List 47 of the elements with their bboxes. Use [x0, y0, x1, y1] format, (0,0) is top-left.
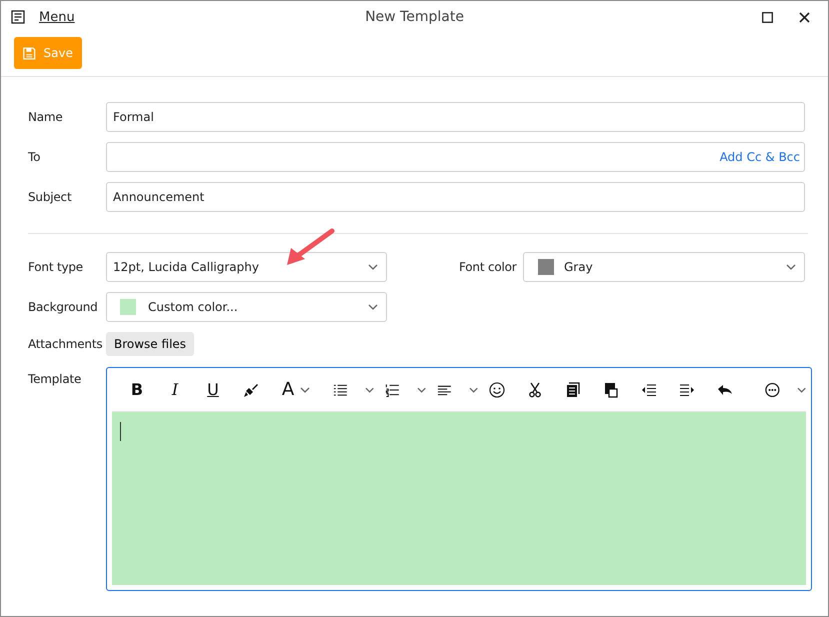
chevron-icon: [300, 386, 310, 392]
decrease-indent-icon[interactable]: [641, 382, 657, 398]
italic-button[interactable]: I: [156, 374, 194, 404]
field-label: Subject: [28, 190, 72, 204]
text-field[interactable]: Formal: [106, 102, 805, 132]
close-icon[interactable]: [799, 12, 810, 22]
increase-indent-icon[interactable]: [679, 382, 695, 398]
scissors-icon[interactable]: [527, 382, 543, 398]
chevron-icon: [368, 264, 378, 270]
smiley-icon[interactable]: [489, 382, 505, 398]
field-label: Name: [28, 110, 64, 124]
font-color-button[interactable]: A: [282, 374, 294, 404]
numbered-list-icon[interactable]: [385, 382, 400, 398]
background-dropdown[interactable]: Custom color...: [106, 292, 387, 322]
field-value: Announcement: [113, 190, 204, 204]
window-title: New Template: [365, 9, 464, 25]
chevron-icon: [786, 264, 796, 270]
text-field[interactable]: Add Cc & Bcc: [106, 142, 805, 172]
field-value: Formal: [113, 110, 154, 124]
menu-button[interactable]: Menu: [39, 10, 75, 24]
chevron-icon: [796, 386, 806, 392]
maximize-icon[interactable]: [762, 12, 773, 22]
text-cursor: [120, 422, 121, 441]
underline-button[interactable]: U: [194, 374, 232, 404]
paintbrush-icon[interactable]: [243, 382, 259, 398]
chevron-icon: [468, 386, 478, 392]
paste-icon[interactable]: [603, 382, 619, 398]
field-label: Font color: [459, 260, 518, 274]
add-cc-bcc-link[interactable]: Add Cc & Bcc: [720, 150, 800, 164]
more-options-icon[interactable]: [765, 382, 780, 398]
font-color-dropdown[interactable]: Gray: [523, 252, 805, 282]
chevron-icon: [416, 386, 426, 392]
browse-files-button[interactable]: Browse files: [106, 332, 194, 356]
text-field[interactable]: Announcement: [106, 182, 805, 212]
field-label: Font type: [28, 260, 84, 274]
dropdown-value: Gray: [564, 260, 593, 274]
chevron-icon: [364, 386, 374, 392]
menu-icon[interactable]: [11, 10, 25, 24]
dropdown-value: Custom color...: [148, 300, 238, 314]
font-type-dropdown[interactable]: 12pt, Lucida Calligraphy: [106, 252, 387, 282]
bold-button[interactable]: B: [118, 374, 156, 404]
field-label: To: [28, 150, 42, 164]
field-label: Attachments: [28, 337, 104, 351]
field-label: Template: [28, 371, 82, 388]
chevron-icon: [368, 304, 378, 310]
field-label: Background: [28, 300, 99, 314]
copy-icon[interactable]: [565, 382, 581, 398]
